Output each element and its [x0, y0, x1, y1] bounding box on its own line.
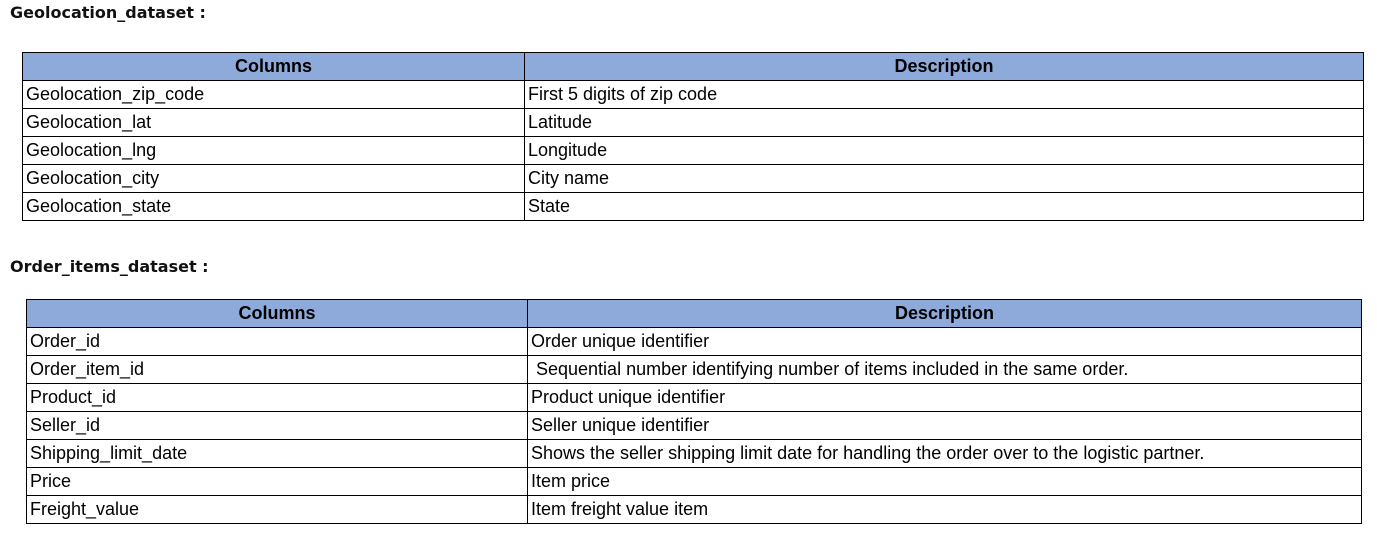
table-row: Geolocation_lat Latitude [22, 108, 1364, 137]
table-row: Order_id Order unique identifier [26, 327, 1362, 356]
table-row: Shipping_limit_date Shows the seller shi… [26, 439, 1362, 468]
description-cell: Seller unique identifier [527, 411, 1362, 440]
column-name-cell: Shipping_limit_date [26, 439, 528, 468]
description-cell: Shows the seller shipping limit date for… [527, 439, 1362, 468]
table-row: Geolocation_state State [22, 192, 1364, 221]
columns-header: Columns [26, 299, 528, 328]
table-row: Geolocation_lng Longitude [22, 136, 1364, 165]
description-cell: Order unique identifier [527, 327, 1362, 356]
table-row: Geolocation_city City name [22, 164, 1364, 193]
description-cell: City name [524, 164, 1364, 193]
description-header: Description [524, 52, 1364, 81]
table-row: Product_id Product unique identifier [26, 383, 1362, 412]
geolocation-table: Columns Description Geolocation_zip_code… [22, 52, 1364, 221]
column-name-cell: Product_id [26, 383, 528, 412]
column-name-cell: Freight_value [26, 495, 528, 524]
table-header-row: Columns Description [26, 299, 1362, 328]
column-name-cell: Order_id [26, 327, 528, 356]
column-name-cell: Order_item_id [26, 355, 528, 384]
table-header-row: Columns Description [22, 52, 1364, 81]
table-row: Freight_value Item freight value item [26, 495, 1362, 524]
description-cell: Product unique identifier [527, 383, 1362, 412]
column-name-cell: Geolocation_city [22, 164, 525, 193]
description-cell: Item price [527, 467, 1362, 496]
description-cell: State [524, 192, 1364, 221]
description-cell: Item freight value item [527, 495, 1362, 524]
description-cell: Longitude [524, 136, 1364, 165]
table-row: Price Item price [26, 467, 1362, 496]
table-row: Seller_id Seller unique identifier [26, 411, 1362, 440]
column-name-cell: Price [26, 467, 528, 496]
table-row: Geolocation_zip_code First 5 digits of z… [22, 80, 1364, 109]
columns-header: Columns [22, 52, 525, 81]
order-items-table: Columns Description Order_id Order uniqu… [26, 299, 1362, 524]
table-row: Order_item_id Sequential number identify… [26, 355, 1362, 384]
description-cell: First 5 digits of zip code [524, 80, 1364, 109]
column-name-cell: Geolocation_zip_code [22, 80, 525, 109]
description-cell: Latitude [524, 108, 1364, 137]
description-cell: Sequential number identifying number of … [527, 355, 1362, 384]
column-name-cell: Geolocation_lat [22, 108, 525, 137]
description-header: Description [527, 299, 1362, 328]
geolocation-dataset-title: Geolocation_dataset : [10, 3, 206, 22]
column-name-cell: Geolocation_state [22, 192, 525, 221]
order-items-dataset-title: Order_items_dataset : [10, 257, 209, 276]
column-name-cell: Geolocation_lng [22, 136, 525, 165]
column-name-cell: Seller_id [26, 411, 528, 440]
